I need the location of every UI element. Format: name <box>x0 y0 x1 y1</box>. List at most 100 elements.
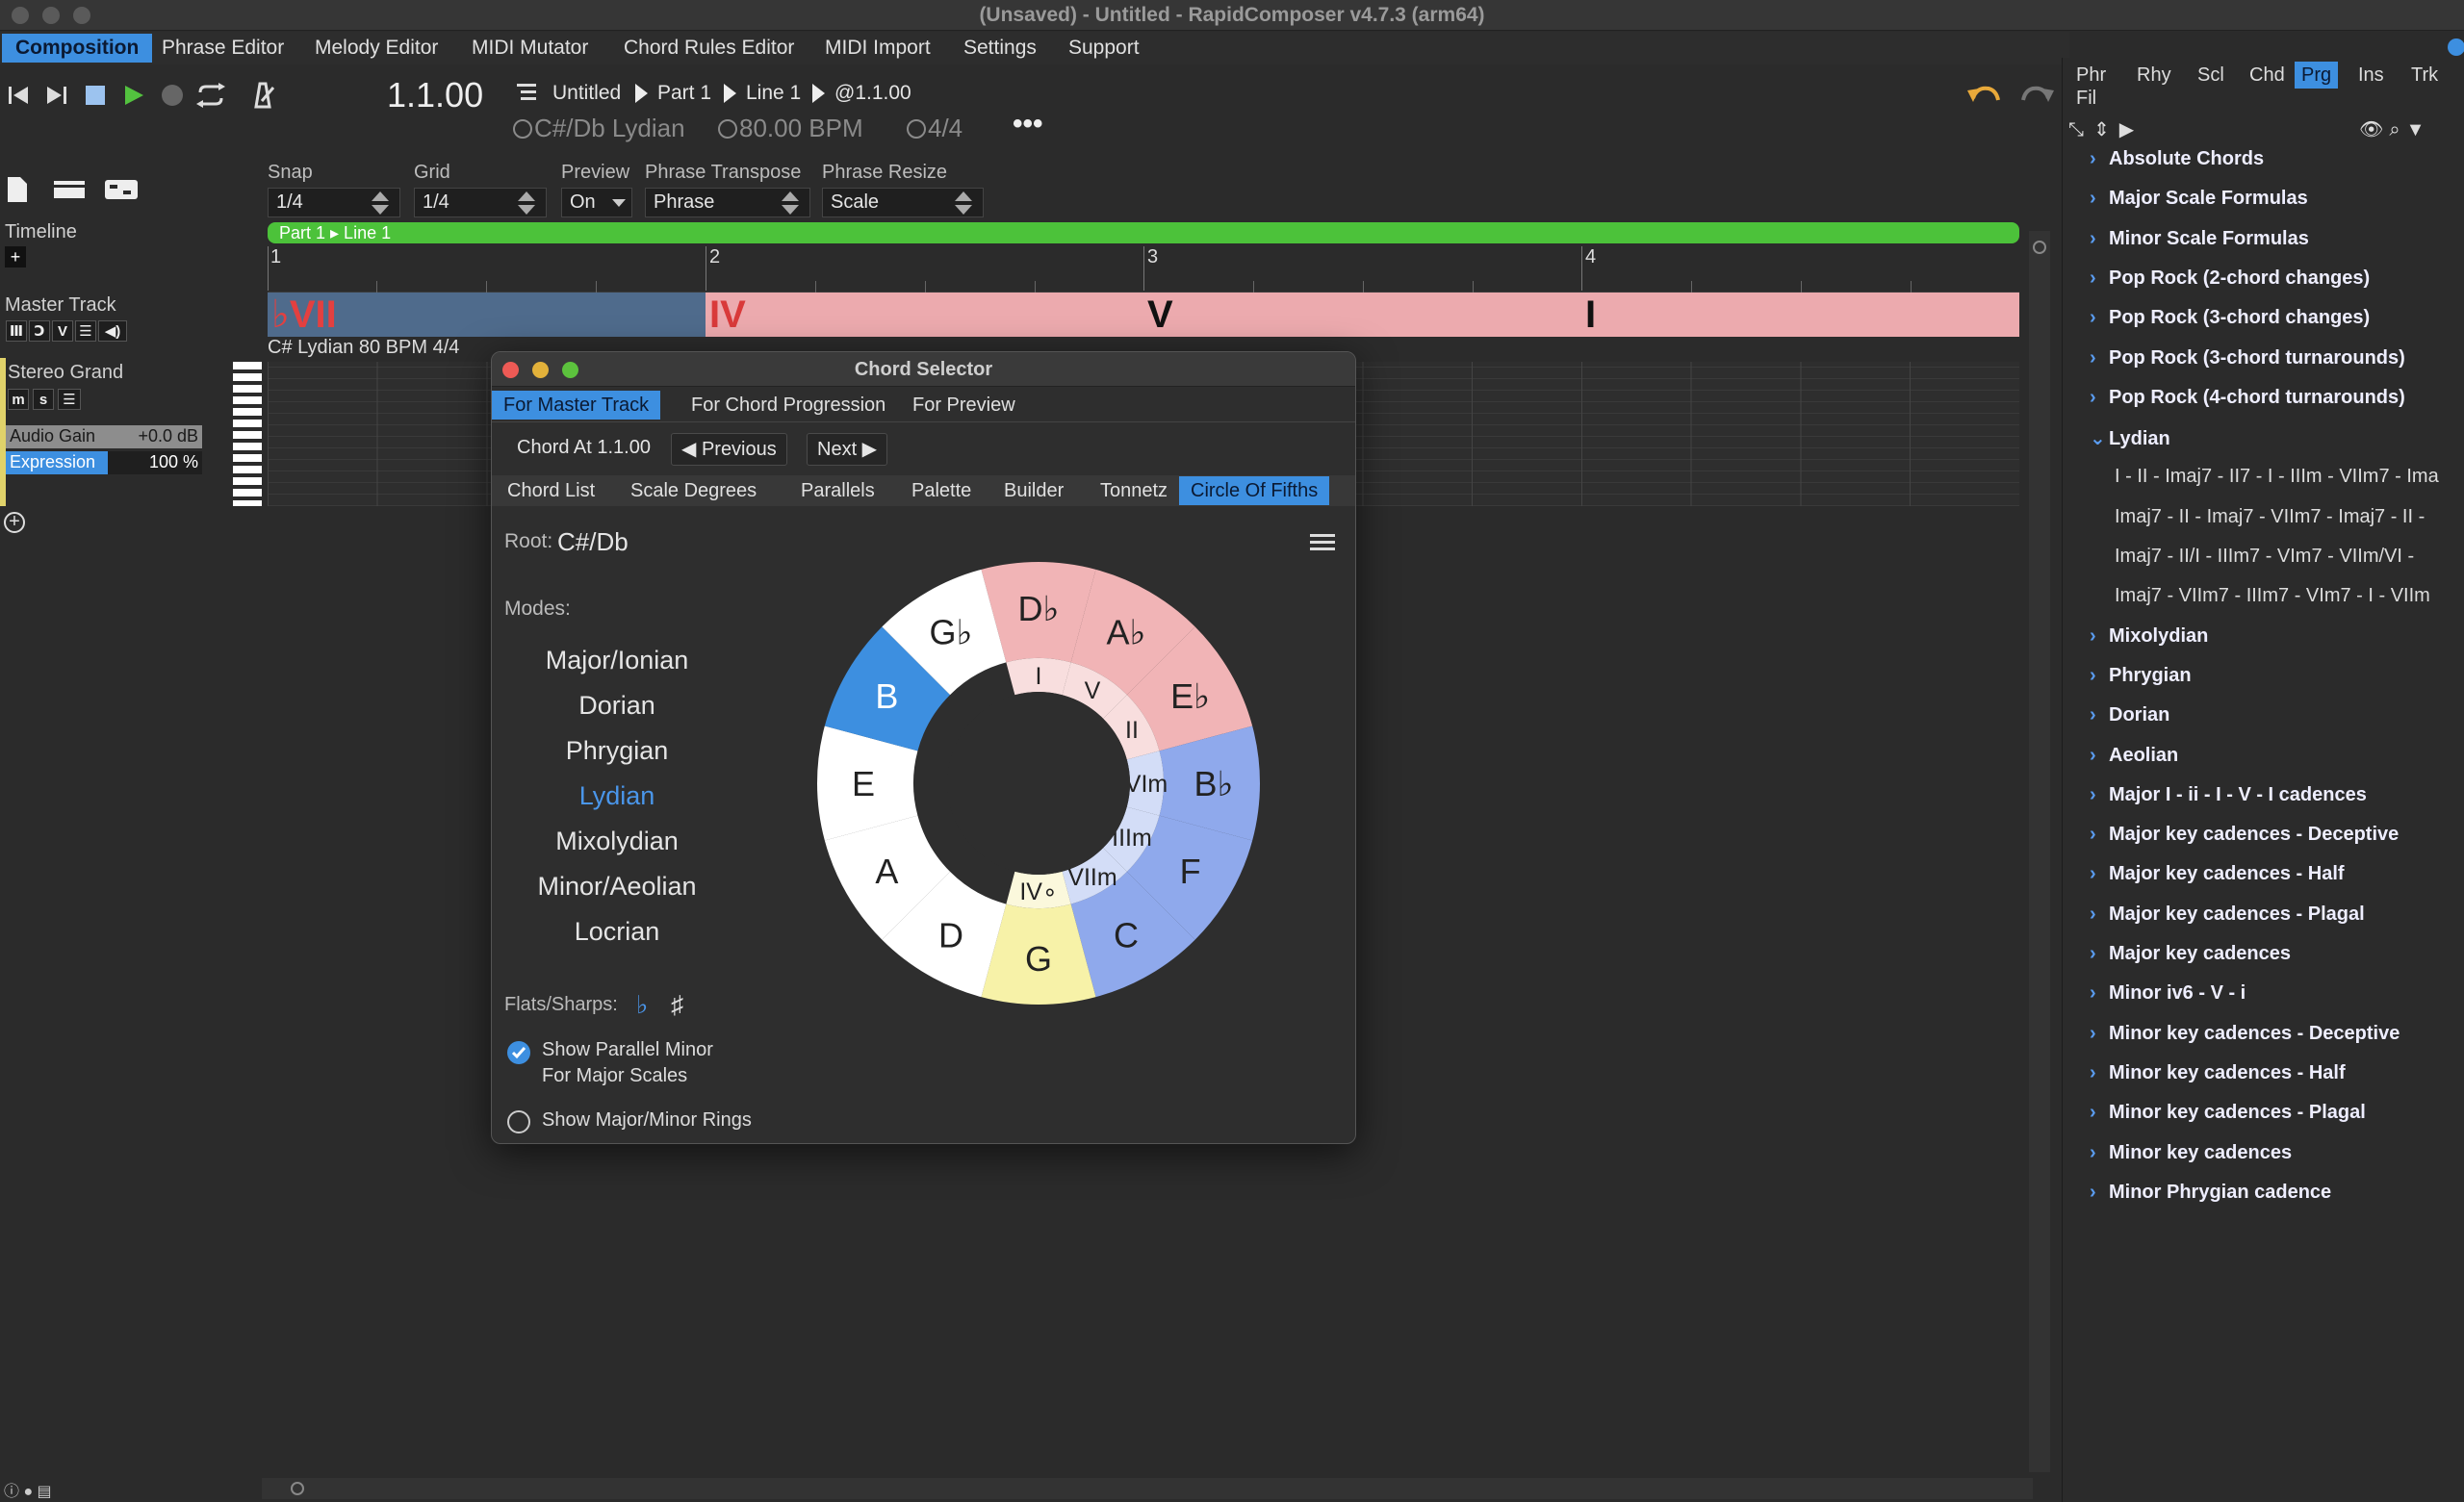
grid-select[interactable]: 1/4 <box>414 188 547 217</box>
tree-folder[interactable]: ⌄ Lydian <box>2090 426 2170 450</box>
breadcrumb-position[interactable]: @1.1.00 <box>834 82 911 105</box>
add-marker-button[interactable]: + <box>5 246 26 267</box>
circle-of-fifths[interactable]: D♭A♭E♭B♭FCGDAEBG♭IVIIVImIIImVIImIV∘ <box>817 562 1260 1005</box>
midi-icon[interactable] <box>104 179 139 205</box>
stop-icon[interactable] <box>79 79 112 112</box>
tree-folder[interactable]: › Pop Rock (2-chord changes) <box>2090 267 2370 290</box>
tree-folder[interactable]: › Major key cadences - Deceptive <box>2090 824 2399 846</box>
master-v-button[interactable]: V <box>52 320 73 342</box>
tree-folder[interactable]: › Minor Scale Formulas <box>2090 228 2309 250</box>
mode-item[interactable]: Mixolydian <box>492 827 742 856</box>
menu-chord-rules-editor[interactable]: Chord Rules Editor <box>610 34 808 63</box>
tree-folder[interactable]: › Absolute Chords <box>2090 148 2264 170</box>
status-icons[interactable]: ⓘ ● ▤ <box>4 1478 71 1500</box>
new-document-icon[interactable] <box>6 175 29 209</box>
part-region[interactable]: Part 1 ▸ Line 1 <box>268 222 2019 243</box>
zoom-icon[interactable] <box>291 1482 304 1495</box>
mute-button[interactable]: m <box>8 389 29 410</box>
expression-slider[interactable]: Expression 100 % <box>6 451 202 474</box>
go-to-end-icon[interactable] <box>40 79 73 112</box>
tree-folder[interactable]: › Major I - ii - I - V - I cadences <box>2090 784 2367 806</box>
key-display[interactable]: C#/Db Lydian <box>513 114 685 143</box>
loop-icon[interactable] <box>194 79 227 112</box>
progression-item[interactable]: Imaj7 - II/I - IIIm7 - VIm7 - VIIm/VI - <box>2115 546 2414 568</box>
progression-item[interactable]: Imaj7 - VIIm7 - IIIm7 - VIm7 - I - VIIm <box>2115 585 2430 607</box>
tab-for-preview[interactable]: For Preview <box>901 391 1027 420</box>
view-search-filter-icons[interactable]: 👁⌕▼ <box>2359 117 2430 141</box>
tempo-display[interactable]: 80.00 BPM <box>718 114 863 143</box>
tree-folder[interactable]: › Minor key cadences <box>2090 1142 2292 1164</box>
play-icon[interactable] <box>117 79 150 112</box>
collapse-expand-icons[interactable]: ⤡⇕▶ <box>2068 117 2143 141</box>
flat-toggle[interactable]: ♭ <box>636 990 648 1020</box>
tree-folder[interactable]: › Minor iv6 - V - i <box>2090 982 2246 1005</box>
sharp-toggle[interactable]: ♯ <box>671 990 683 1020</box>
tab-ins[interactable]: Ins <box>2351 62 2391 89</box>
preview-select[interactable]: On <box>561 188 632 217</box>
track-name[interactable]: Stereo Grand <box>8 362 123 384</box>
next-button[interactable]: Next ▶ <box>807 433 888 466</box>
go-to-start-icon[interactable] <box>2 79 35 112</box>
tree-folder[interactable]: › Pop Rock (3-chord changes) <box>2090 307 2370 329</box>
add-track-button[interactable]: + <box>4 512 25 533</box>
breadcrumb-line[interactable]: Line 1 <box>746 82 801 105</box>
chord-lane[interactable]: ♭VII IV V I <box>268 293 2019 337</box>
piano-keys[interactable] <box>233 362 262 506</box>
track-menu-button[interactable]: ☰ <box>58 389 81 410</box>
progression-item[interactable]: Imaj7 - II - Imaj7 - VIIm7 - Imaj7 - II … <box>2115 506 2425 528</box>
menu-support[interactable]: Support <box>1055 34 1153 63</box>
phrase-transpose-select[interactable]: Phrase <box>645 188 810 217</box>
tree-folder[interactable]: › Dorian <box>2090 704 2169 726</box>
menu-phrase-editor[interactable]: Phrase Editor <box>148 34 297 63</box>
master-speaker-button[interactable]: ◀) <box>98 320 127 342</box>
tree-folder[interactable]: › Aeolian <box>2090 745 2178 767</box>
tree-folder[interactable]: › Pop Rock (3-chord turnarounds) <box>2090 347 2405 369</box>
tree-folder[interactable]: › Minor Phrygian cadence <box>2090 1182 2331 1204</box>
menu-midi-mutator[interactable]: MIDI Mutator <box>458 34 602 63</box>
tab-builder[interactable]: Builder <box>992 476 1075 505</box>
tree-folder[interactable]: › Major key cadences - Plagal <box>2090 904 2365 926</box>
master-cycle-button[interactable]: Ↄ <box>29 320 50 342</box>
vertical-scrollbar[interactable] <box>2029 231 2050 1472</box>
tab-circle-of-fifths[interactable]: Circle Of Fifths <box>1179 476 1330 505</box>
tab-tonnetz[interactable]: Tonnetz <box>1089 476 1179 505</box>
tab-scl[interactable]: Scl <box>2191 62 2231 89</box>
record-icon[interactable] <box>156 79 189 112</box>
phrase-resize-select[interactable]: Scale <box>822 188 984 217</box>
tab-parallels[interactable]: Parallels <box>789 476 886 505</box>
hamburger-menu-icon[interactable] <box>1310 533 1335 557</box>
menu-midi-import[interactable]: MIDI Import <box>811 34 944 63</box>
mode-item[interactable]: Minor/Aeolian <box>492 872 742 902</box>
more-options-button[interactable]: ••• <box>1013 108 1043 140</box>
song-list-icon[interactable] <box>515 81 538 109</box>
major-minor-rings-radio[interactable] <box>507 1110 530 1133</box>
tree-folder[interactable]: › Major key cadences <box>2090 943 2291 965</box>
breadcrumb-part[interactable]: Part 1 <box>657 82 711 105</box>
tab-chd[interactable]: Chd <box>2243 62 2292 89</box>
mode-item[interactable]: Locrian <box>492 917 742 947</box>
tracks-icon[interactable] <box>52 179 87 205</box>
breadcrumb-song[interactable]: Untitled <box>552 82 621 105</box>
chord-block[interactable]: IV <box>706 293 1143 337</box>
tree-folder[interactable]: › Phrygian <box>2090 665 2192 687</box>
tree-folder[interactable]: › Minor key cadences - Half <box>2090 1062 2346 1084</box>
timeline-ruler[interactable]: 1 2 3 4 <box>268 246 2019 293</box>
menu-settings[interactable]: Settings <box>950 34 1050 63</box>
tree-folder[interactable]: › Minor key cadences - Plagal <box>2090 1102 2366 1124</box>
chord-block[interactable]: ♭VII <box>268 293 706 337</box>
snap-select[interactable]: 1/4 <box>268 188 400 217</box>
tab-prg[interactable]: Prg <box>2295 62 2339 89</box>
mode-item[interactable]: Major/Ionian <box>492 646 742 675</box>
horizontal-scrollbar[interactable] <box>262 1478 2033 1499</box>
solo-button[interactable]: s <box>33 389 54 410</box>
tab-trk[interactable]: Trk <box>2404 62 2445 89</box>
mode-item[interactable]: Phrygian <box>492 736 742 766</box>
menu-melody-editor[interactable]: Melody Editor <box>301 34 451 63</box>
chord-block[interactable]: I <box>1581 293 2019 337</box>
zoom-icon[interactable] <box>2033 241 2046 254</box>
tree-folder[interactable]: › Pop Rock (4-chord turnarounds) <box>2090 387 2405 409</box>
audio-gain-slider[interactable]: Audio Gain +0.0 dB <box>6 425 202 448</box>
tab-rhy[interactable]: Rhy <box>2130 62 2178 89</box>
mode-item-selected[interactable]: Lydian <box>492 781 742 811</box>
master-list-button[interactable]: ☰ <box>75 320 96 342</box>
